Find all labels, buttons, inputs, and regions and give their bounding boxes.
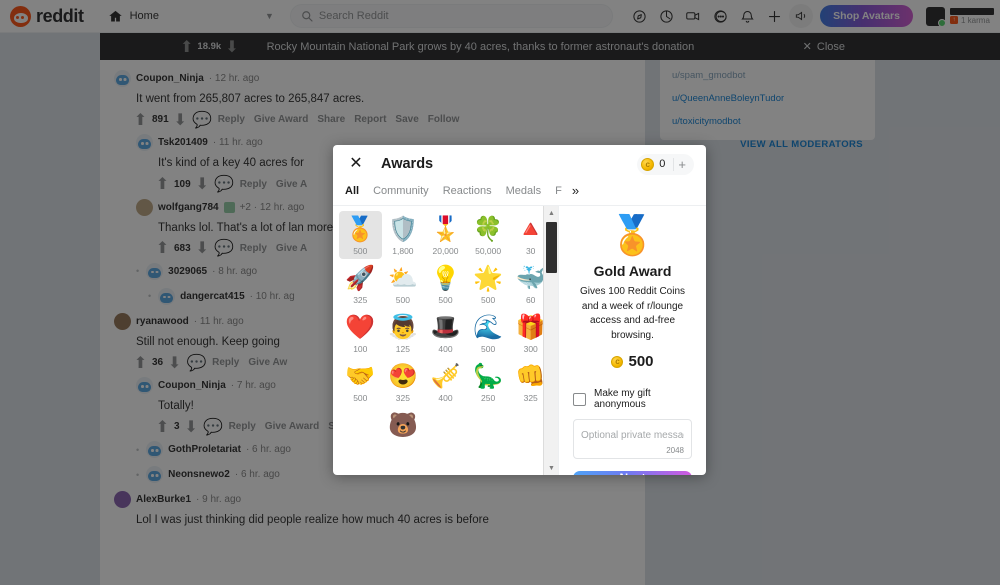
award-art-icon: 🍀 <box>473 216 504 243</box>
award-price: 250 <box>481 393 496 403</box>
award-price: 500 <box>395 295 410 305</box>
anonymous-checkbox[interactable] <box>573 392 586 406</box>
selected-award-art-icon: 🏅 <box>608 215 657 257</box>
award-art-icon: 🛡️ <box>387 216 418 243</box>
awards-modal: ✕ Awards c 0 + All Community Reactions M… <box>333 145 706 475</box>
award-art-icon: 🌊 <box>473 314 504 341</box>
award-art-icon: 🐻 <box>387 412 418 439</box>
award-item[interactable]: 🏅 500 <box>339 211 382 259</box>
award-price: 500 <box>481 344 496 354</box>
award-item[interactable]: 🚀 325 <box>339 260 382 308</box>
award-category-tabs: All Community Reactions Medals F » <box>333 183 706 206</box>
award-price: 500 <box>353 393 368 403</box>
scrollbar-thumb[interactable] <box>546 222 557 273</box>
close-icon[interactable]: ✕ <box>345 153 367 175</box>
award-art-icon: ❤️ <box>345 314 376 341</box>
award-art-icon: 👊 <box>515 363 546 390</box>
coin-icon: c <box>641 157 655 171</box>
award-price: 325 <box>395 393 410 403</box>
award-price: 60 <box>525 295 536 305</box>
award-price: 500 <box>438 295 453 305</box>
selected-award-description: Gives 100 Reddit Coins and a week of r/l… <box>579 286 686 341</box>
award-grid: 🏅 500 🛡️ 1,800 🎖️ 20,000 🍀 50,000 🔺 30 🚀… <box>333 206 558 449</box>
tab-reactions[interactable]: Reactions <box>443 185 492 197</box>
award-item[interactable]: 🌟 500 <box>467 260 510 308</box>
award-price: 1,800 <box>392 246 414 256</box>
selected-award-price: 500 <box>628 353 654 370</box>
award-price: 125 <box>395 344 410 354</box>
tab-featured[interactable]: F <box>555 185 562 197</box>
selected-award-name: Gold Award <box>593 263 672 279</box>
scroll-down-button[interactable]: ▼ <box>544 461 558 475</box>
coin-icon: c <box>611 355 624 368</box>
award-item[interactable]: 🌊 500 <box>467 309 510 357</box>
award-art-icon: 🏅 <box>345 216 376 243</box>
award-art-icon: ⛅ <box>387 265 418 292</box>
award-grid-pane: 🏅 500 🛡️ 1,800 🎖️ 20,000 🍀 50,000 🔺 30 🚀… <box>333 206 559 475</box>
award-item[interactable]: 💡 500 <box>424 260 467 308</box>
scroll-up-button[interactable]: ▲ <box>544 206 558 220</box>
award-price: 400 <box>438 393 453 403</box>
award-item[interactable]: ⛅ 500 <box>382 260 425 308</box>
award-art-icon: 🎩 <box>430 314 461 341</box>
modal-title: Awards <box>381 156 434 172</box>
award-detail-pane: 🏅 Gold Award Gives 100 Reddit Coins and … <box>559 206 706 475</box>
tab-community[interactable]: Community <box>373 185 429 197</box>
anonymous-gift-row[interactable]: Make my gift anonymous <box>573 388 692 410</box>
award-art-icon: 💡 <box>430 265 461 292</box>
award-item[interactable]: 🦕 250 <box>467 358 510 406</box>
tab-medals[interactable]: Medals <box>506 185 541 197</box>
award-item[interactable]: 🛡️ 1,800 <box>382 211 425 259</box>
award-art-icon: 🚀 <box>345 265 376 292</box>
award-art-icon: 🐳 <box>515 265 546 292</box>
award-item[interactable]: 🎺 400 <box>424 358 467 406</box>
award-item[interactable]: 🤝 500 <box>339 358 382 406</box>
app-root: u/spam_gmodbot u/QueenAnneBoleynTudor u/… <box>0 0 1000 585</box>
modal-header: ✕ Awards c 0 + <box>333 145 706 183</box>
award-item[interactable]: 😍 325 <box>382 358 425 406</box>
selected-award-price-row: c 500 <box>611 353 654 370</box>
award-art-icon: 🦕 <box>473 363 504 390</box>
award-item[interactable]: 🍀 50,000 <box>467 211 510 259</box>
award-item[interactable]: ❤️ 100 <box>339 309 382 357</box>
next-button[interactable]: Next <box>573 471 692 475</box>
anonymous-label: Make my gift anonymous <box>594 388 651 410</box>
award-price: 20,000 <box>432 246 459 256</box>
award-item[interactable]: 🐻 <box>382 407 425 445</box>
chevron-double-right-icon[interactable]: » <box>572 183 579 198</box>
award-price: 500 <box>481 295 496 305</box>
award-price: 500 <box>353 246 368 256</box>
award-price: 50,000 <box>475 246 502 256</box>
coin-balance-pill[interactable]: c 0 + <box>637 153 694 175</box>
award-price: 325 <box>353 295 368 305</box>
award-art-icon: 🎁 <box>515 314 546 341</box>
award-art-icon: 🌟 <box>473 265 504 292</box>
award-price: 300 <box>523 344 538 354</box>
award-art-icon: 😍 <box>387 363 418 390</box>
award-grid-scrollbar[interactable]: ▲ ▼ <box>543 206 558 475</box>
private-message-input[interactable] <box>581 430 684 441</box>
award-art-icon: 🤝 <box>345 363 376 390</box>
award-art-icon: 🎖️ <box>430 216 461 243</box>
coin-balance: 0 <box>659 158 666 170</box>
award-price: 100 <box>353 344 368 354</box>
award-price: 30 <box>525 246 536 256</box>
award-price: 400 <box>438 344 453 354</box>
message-char-counter: 2048 <box>666 446 684 455</box>
modal-body: 🏅 500 🛡️ 1,800 🎖️ 20,000 🍀 50,000 🔺 30 🚀… <box>333 206 706 475</box>
private-message-box[interactable]: 2048 <box>573 419 692 459</box>
tab-all[interactable]: All <box>345 185 359 197</box>
award-art-icon: 🎺 <box>430 363 461 390</box>
award-art-icon: 🔺 <box>515 216 546 243</box>
award-item[interactable]: 🎖️ 20,000 <box>424 211 467 259</box>
award-item[interactable]: 👼 125 <box>382 309 425 357</box>
award-price: 325 <box>523 393 538 403</box>
award-item[interactable]: 🎩 400 <box>424 309 467 357</box>
award-art-icon: 👼 <box>387 314 418 341</box>
buy-coins-button[interactable]: + <box>673 157 690 171</box>
